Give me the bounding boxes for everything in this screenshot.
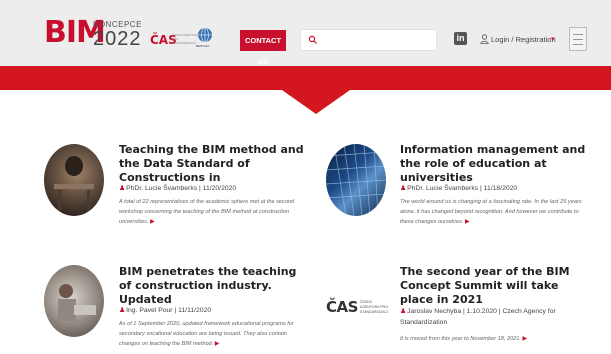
search-icon bbox=[308, 35, 317, 44]
article-title[interactable]: Teaching the BIM method and the Data Sta… bbox=[119, 143, 305, 185]
person-icon: ♟ bbox=[119, 185, 126, 192]
red-banner bbox=[0, 66, 611, 90]
article-title[interactable]: Information management and the role of e… bbox=[400, 143, 590, 185]
article-excerpt: A total of 22 representatives of the aca… bbox=[119, 197, 299, 227]
menu-line bbox=[573, 39, 583, 40]
user-icon bbox=[480, 34, 489, 44]
menu-line bbox=[573, 34, 583, 35]
read-more-icon[interactable]: ▶ bbox=[465, 219, 470, 225]
chevron-down-icon[interactable]: ▾ bbox=[551, 35, 555, 43]
article-title[interactable]: BIM penetrates the teaching of construct… bbox=[119, 265, 309, 307]
article-author[interactable]: Ing. Pavel Pour bbox=[126, 307, 172, 314]
article-author[interactable]: Jaroslav Nechyba bbox=[407, 308, 461, 315]
article-excerpt-text: The world around us is changing at a fas… bbox=[400, 199, 582, 225]
article-author[interactable]: PhDr. Lucie Švamberks bbox=[407, 185, 478, 192]
logo-year: 2022 bbox=[93, 28, 142, 50]
article-author[interactable]: PhDr. Lucie Švamberks bbox=[126, 185, 197, 192]
article-thumbnail[interactable] bbox=[44, 265, 104, 337]
cas-logo-text: ČESKÁ AGENTURA PRO STANDARDIZACI bbox=[360, 300, 388, 314]
classroom-photo bbox=[58, 284, 96, 321]
person-icon: ♟ bbox=[119, 307, 126, 314]
article-meta: ♟PhDr. Lucie Švamberks | 11/18/2020 bbox=[400, 185, 518, 192]
article-excerpt: It is moved from this year to November 1… bbox=[400, 334, 586, 344]
workshop-photo bbox=[54, 156, 94, 210]
article-excerpt-text: A total of 22 representatives of the aca… bbox=[119, 199, 295, 225]
article-title[interactable]: The second year of the BIM Concept Summi… bbox=[400, 265, 590, 307]
article-meta: ♟Jaroslav Nechyba | 1.10.2020 | Czech Ag… bbox=[400, 308, 556, 326]
site-header: BIM KONCEPCE 2022 ČAS ČESKÁ AGENTURA PRO… bbox=[0, 0, 611, 66]
article-excerpt-text: As of 1 September 2020, updated framewor… bbox=[119, 321, 294, 347]
article-excerpt: As of 1 September 2020, updated framewor… bbox=[119, 319, 305, 349]
login-registration-link[interactable]: Login / Registration bbox=[491, 35, 556, 44]
article-meta: ♟PhDr. Lucie Švamberks | 11/20/2020 bbox=[119, 185, 237, 192]
building-photo bbox=[326, 144, 386, 216]
article-meta: ♟Ing. Pavel Pour | 11/11/2020 bbox=[119, 307, 212, 314]
article-excerpt: The world around us is changing at a fas… bbox=[400, 197, 586, 227]
search-input[interactable] bbox=[300, 29, 437, 51]
article-thumbnail[interactable] bbox=[326, 144, 386, 216]
cas-logo-mark: ČAS bbox=[326, 298, 358, 316]
person-icon: ♟ bbox=[400, 308, 407, 315]
article-date: 11/20/2020 bbox=[202, 185, 237, 192]
read-more-icon[interactable]: ▶ bbox=[215, 341, 220, 347]
linkedin-icon[interactable]: in bbox=[454, 32, 467, 45]
partner-globe-logo[interactable] bbox=[197, 27, 213, 43]
article-date: 11/11/2020 bbox=[178, 307, 212, 314]
partner-globe-text: BENTLEY bbox=[196, 44, 210, 48]
contact-us-button[interactable]: CONTACT US bbox=[240, 30, 286, 66]
article-date: 1.10.2020 bbox=[466, 308, 497, 315]
article-thumbnail[interactable] bbox=[44, 144, 104, 216]
menu-line bbox=[573, 44, 583, 45]
hamburger-menu-button[interactable] bbox=[569, 27, 587, 51]
read-more-icon[interactable]: ▶ bbox=[523, 336, 528, 342]
article-date: 11/18/2020 bbox=[483, 185, 518, 192]
red-arrow-pointer bbox=[282, 90, 350, 114]
person-icon: ♟ bbox=[400, 185, 407, 192]
read-more-icon[interactable]: ▶ bbox=[150, 219, 155, 225]
article-excerpt-text: It is moved from this year to November 1… bbox=[400, 336, 521, 342]
cas-agency-logo[interactable]: ČAS ČESKÁ AGENTURA PRO STANDARDIZACI bbox=[326, 296, 392, 326]
